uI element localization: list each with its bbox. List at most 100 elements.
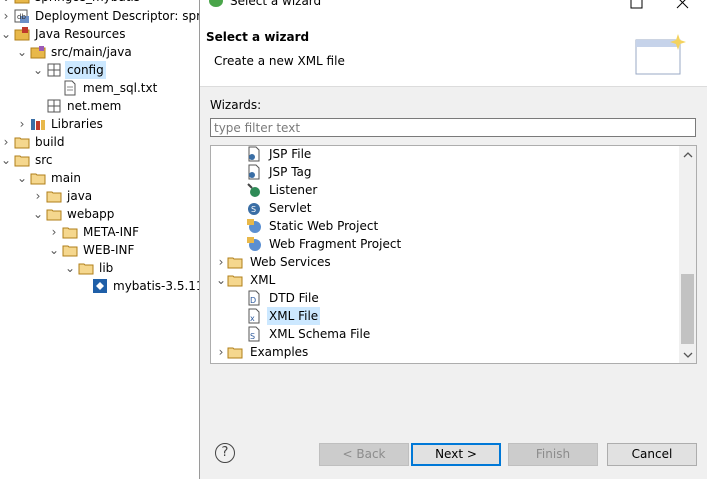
wizard-item-xml-file[interactable]: x XML File	[246, 307, 321, 325]
chevron-down-icon[interactable]: ⌄	[64, 259, 76, 277]
jsp-tag-icon	[246, 164, 262, 180]
folder-open-icon	[227, 272, 243, 288]
listener-icon	[246, 182, 262, 198]
dialog-title: Select a wizard	[230, 0, 322, 8]
scroll-up-icon[interactable]	[679, 146, 696, 163]
wizard-filter-input[interactable]	[210, 118, 696, 137]
wizard-category-examples[interactable]: › Examples	[215, 343, 310, 361]
jsp-file-icon	[246, 146, 262, 162]
wizard-item-label: JSP File	[269, 147, 312, 161]
tree-item-label: lib	[99, 261, 114, 275]
tree-item-libraries[interactable]: › Libraries	[16, 115, 105, 133]
scrollbar-thumb[interactable]	[681, 274, 694, 344]
chevron-down-icon[interactable]: ⌄	[215, 271, 227, 289]
tree-item-label: net.mem	[67, 99, 122, 113]
tree-item-web-inf[interactable]: ⌄ WEB-INF	[48, 241, 136, 259]
deployment-descriptor-icon: db	[14, 8, 30, 24]
tree-item-main[interactable]: ⌄ main	[16, 169, 83, 187]
maximize-icon[interactable]	[630, 0, 644, 10]
wizard-item-label: Servlet	[269, 201, 312, 215]
package-icon	[46, 98, 62, 114]
wizard-item-static-web-project[interactable]: Static Web Project	[246, 217, 380, 235]
tree-item-build[interactable]: › build	[0, 133, 67, 151]
tree-item-project[interactable]: ⌄ springos_mybatis	[0, 0, 142, 6]
chevron-down-icon[interactable]: ⌄	[0, 151, 12, 169]
wizard-item-label: XML Schema File	[269, 327, 371, 341]
wizard-item-dtd-file[interactable]: D DTD File	[246, 289, 321, 307]
tree-item-label: WEB-INF	[83, 243, 135, 257]
svg-text:S: S	[251, 205, 256, 214]
tree-item-webapp[interactable]: ⌄ webapp	[32, 205, 116, 223]
wizard-item-listener[interactable]: Listener	[246, 181, 319, 199]
wizard-item-label: Web Fragment Project	[269, 237, 402, 251]
tree-item-label: Java Resources	[35, 27, 126, 41]
chevron-down-icon[interactable]: ⌄	[32, 61, 44, 79]
chevron-right-icon[interactable]: ›	[16, 115, 28, 133]
tree-item-mem-sql[interactable]: mem_sql.txt	[60, 79, 159, 97]
scroll-down-icon[interactable]	[679, 346, 696, 363]
tree-item-label: src/main/java	[51, 45, 132, 59]
chevron-down-icon[interactable]: ⌄	[16, 43, 28, 61]
wizard-item-jsp-file[interactable]: JSP File	[246, 146, 313, 163]
wizard-item-servlet[interactable]: S Servlet	[246, 199, 313, 217]
wizard-category-web-services[interactable]: › Web Services	[215, 253, 333, 271]
folder-open-icon	[78, 260, 94, 276]
tree-item-mybatis-jar[interactable]: mybatis-3.5.11.j	[90, 277, 199, 295]
cancel-button[interactable]: Cancel	[607, 443, 697, 466]
chevron-right-icon[interactable]: ›	[48, 223, 60, 241]
eclipse-logo-icon	[208, 0, 224, 8]
wizard-item-xml-schema-file[interactable]: S XML Schema File	[246, 325, 372, 343]
chevron-right-icon[interactable]: ›	[32, 187, 44, 205]
new-wizard-dialog: Select a wizard Select a wizard Create a…	[199, 0, 707, 479]
tree-item-net-mem[interactable]: net.mem	[44, 97, 123, 115]
tree-item-lib[interactable]: ⌄ lib	[64, 259, 115, 277]
tree-item-label: webapp	[67, 207, 115, 221]
tree-item-label: springos_mybatis	[33, 0, 142, 6]
chevron-down-icon[interactable]: ⌄	[48, 241, 60, 259]
wizard-item-label: Static Web Project	[269, 219, 379, 233]
folder-icon	[46, 188, 62, 204]
dtd-file-icon: D	[246, 290, 262, 306]
chevron-right-icon[interactable]: ›	[215, 253, 227, 271]
tree-item-java-resources[interactable]: ⌄ Java Resources	[0, 25, 127, 43]
folder-icon	[227, 254, 243, 270]
close-icon[interactable]	[676, 0, 690, 10]
wizard-item-web-fragment-project[interactable]: Web Fragment Project	[246, 235, 403, 253]
wizard-item-jsp-tag[interactable]: JSP Tag	[246, 163, 314, 181]
back-button[interactable]: < Back	[319, 443, 409, 466]
chevron-right-icon[interactable]: ›	[0, 133, 12, 151]
wizard-tree: JSP File JSP Tag Listener S Servlet Stat…	[210, 145, 697, 364]
help-button[interactable]: ?	[215, 443, 235, 463]
tree-item-label: build	[35, 135, 65, 149]
chevron-down-icon[interactable]: ⌄	[16, 169, 28, 187]
chevron-down-icon[interactable]: ⌄	[32, 205, 44, 223]
finish-button[interactable]: Finish	[508, 443, 598, 466]
tree-item-deployment-descriptor[interactable]: › db Deployment Descriptor: spring	[0, 7, 199, 25]
source-folder-icon	[30, 44, 46, 60]
libraries-icon	[30, 116, 46, 132]
chevron-down-icon[interactable]: ⌄	[0, 0, 12, 6]
web-project-icon	[246, 218, 262, 234]
java-resources-icon	[14, 26, 30, 42]
header-title: Select a wizard	[206, 30, 310, 44]
text-file-icon	[62, 80, 78, 96]
tree-item-src-main-java[interactable]: ⌄ src/main/java	[16, 43, 134, 61]
xml-file-icon: x	[246, 308, 262, 324]
chevron-right-icon[interactable]: ›	[0, 7, 12, 25]
next-button[interactable]: Next >	[411, 443, 501, 466]
wizard-category-xml[interactable]: ⌄ XML	[215, 271, 277, 289]
chevron-right-icon[interactable]: ›	[215, 343, 227, 361]
project-icon	[14, 0, 30, 5]
tree-item-java[interactable]: › java	[32, 187, 94, 205]
wizard-item-label: DTD File	[269, 291, 319, 305]
svg-text:S: S	[250, 332, 255, 341]
wizard-list-scrollbar[interactable]	[679, 146, 696, 363]
tree-item-meta-inf[interactable]: › META-INF	[48, 223, 141, 241]
wizard-item-label: Listener	[269, 183, 318, 197]
tree-item-label: META-INF	[83, 225, 140, 239]
tree-item-config[interactable]: ⌄ config	[32, 61, 106, 79]
web-fragment-icon	[246, 236, 262, 252]
tree-item-src[interactable]: ⌄ src	[0, 151, 55, 169]
chevron-down-icon[interactable]: ⌄	[0, 25, 12, 43]
package-icon	[46, 62, 62, 78]
